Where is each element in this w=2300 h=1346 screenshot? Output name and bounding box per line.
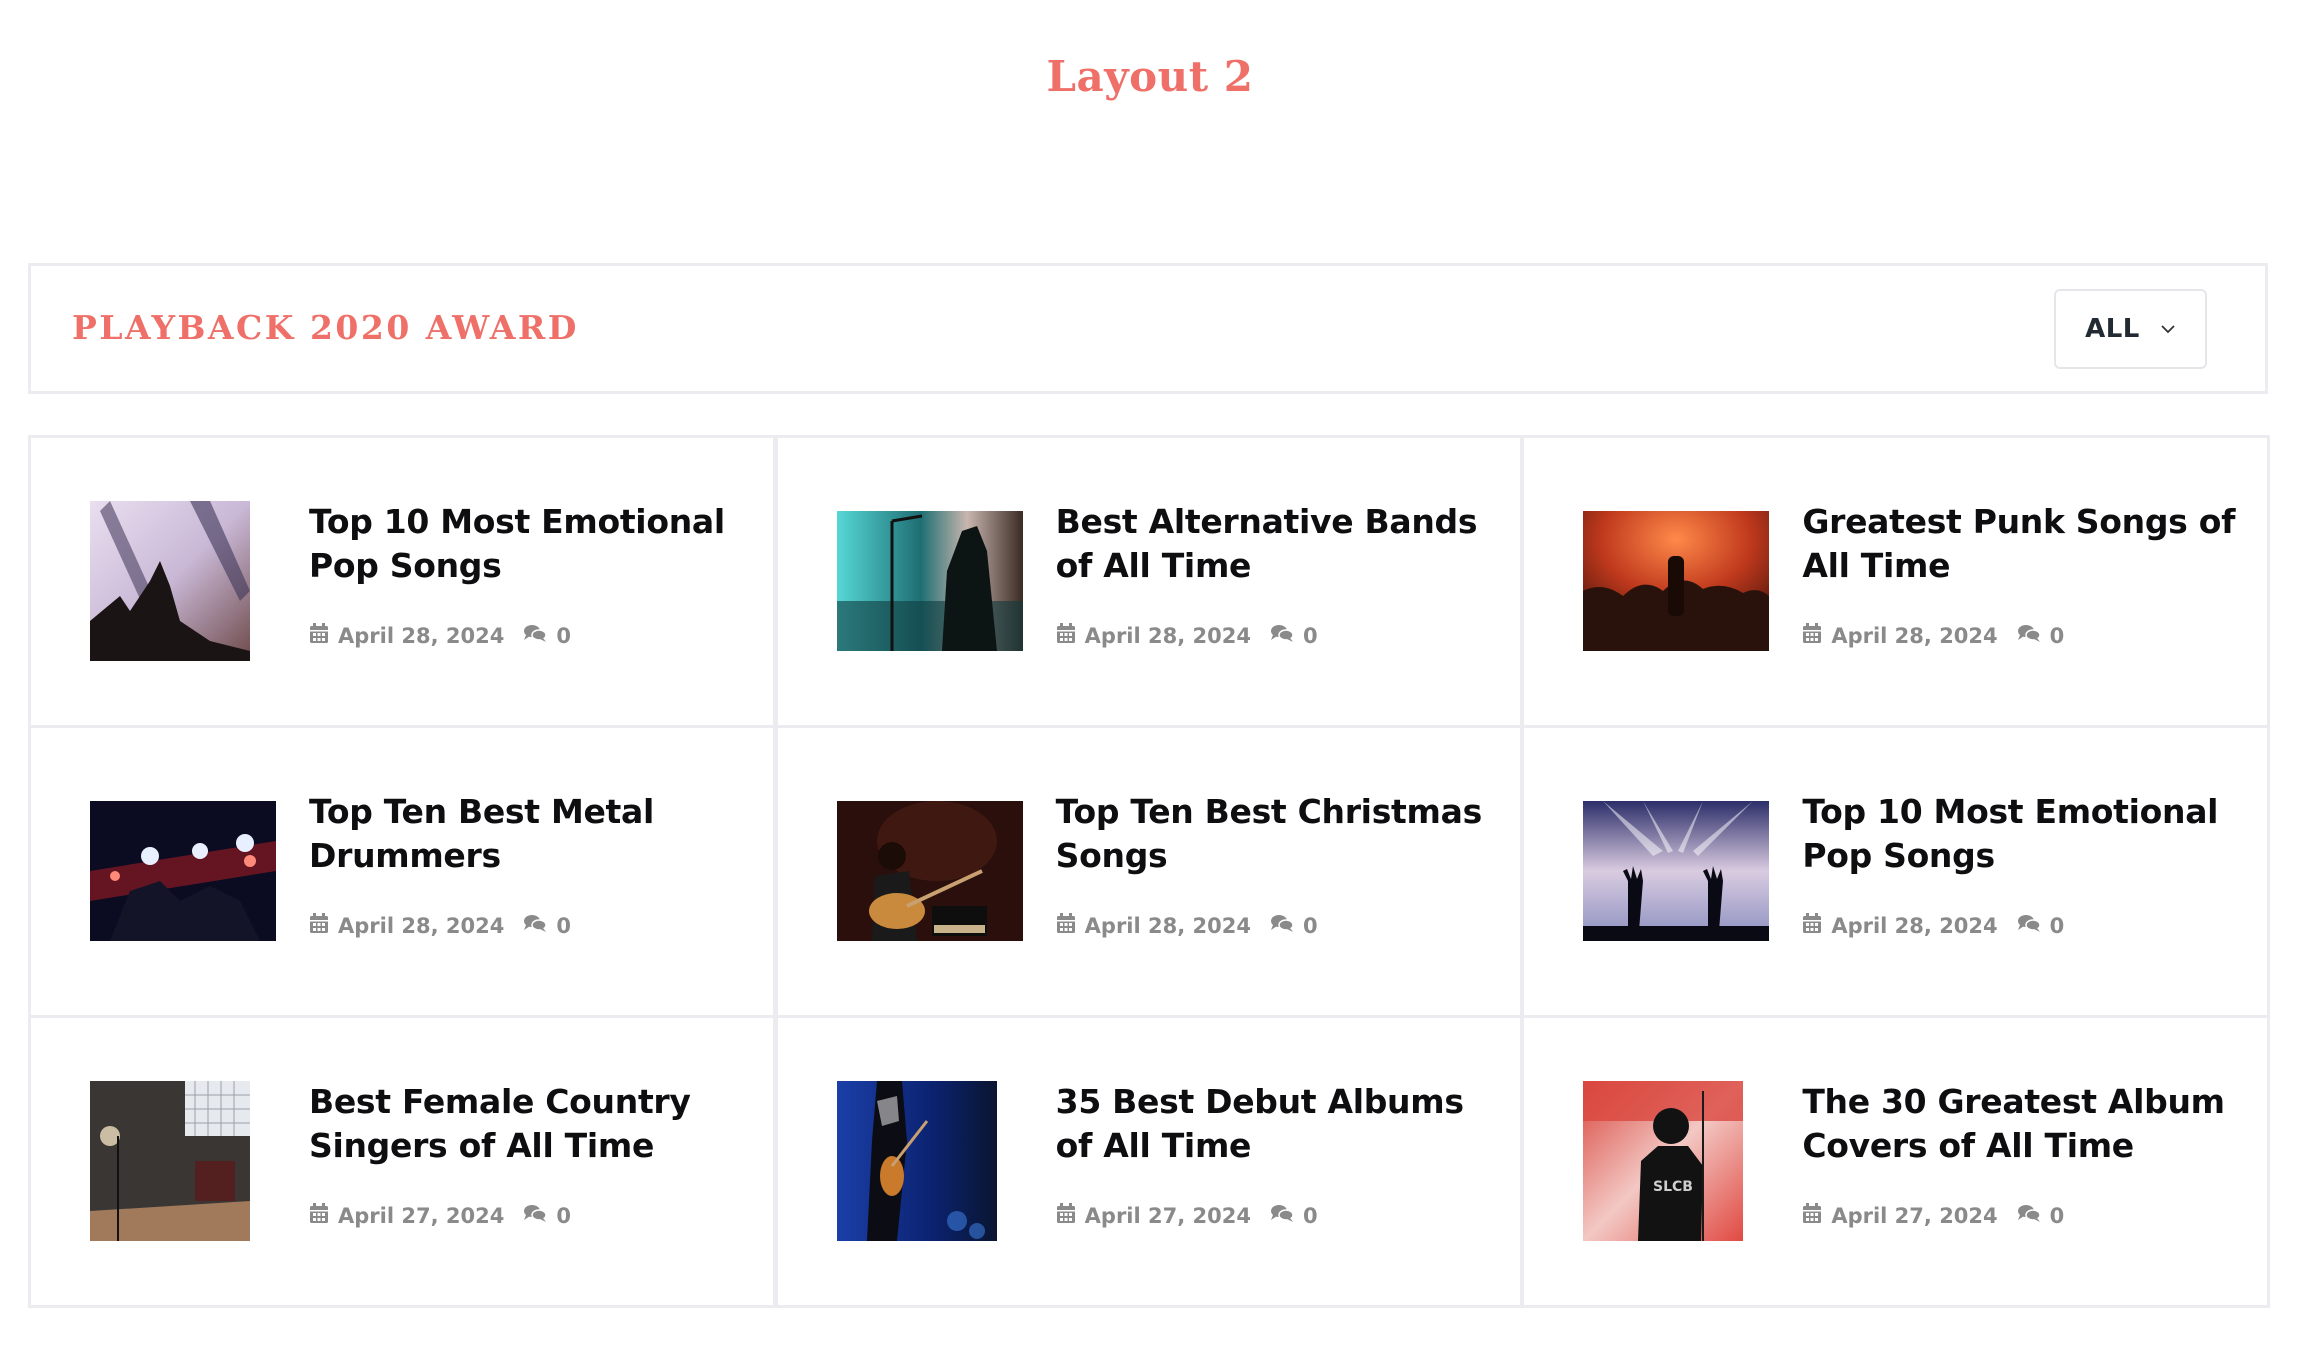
thumb-guitarist-amp xyxy=(836,801,1023,941)
post-thumbnail[interactable] xyxy=(836,1081,997,1241)
filter-selected-value: ALL xyxy=(2085,314,2140,344)
post-meta: April 28, 2024 0 xyxy=(1802,622,2064,649)
post-date: April 27, 2024 xyxy=(338,1203,505,1228)
post-meta: April 27, 2024 0 xyxy=(309,1202,571,1229)
post-meta: April 28, 2024 0 xyxy=(1056,912,1318,939)
comments-icon xyxy=(1270,913,1294,938)
post-card: SLCB The 30 Greatest Album Covers of All… xyxy=(1521,1015,2270,1308)
comment-count[interactable]: 0 xyxy=(1303,624,1318,648)
category-filter-dropdown[interactable]: ALL xyxy=(2054,289,2207,369)
post-card: Best Alternative Bands of All Time April… xyxy=(774,435,1523,728)
post-title-link[interactable]: Top Ten Best Christmas Songs xyxy=(1056,790,1496,878)
post-thumbnail[interactable] xyxy=(90,1081,250,1241)
post-title-link[interactable]: Best Female Country Singers of All Time xyxy=(309,1080,749,1168)
comment-count[interactable]: 0 xyxy=(2050,1204,2065,1228)
thumb-orange-stage-crowd xyxy=(1583,511,1770,651)
comment-count[interactable]: 0 xyxy=(2050,914,2065,938)
calendar-icon xyxy=(1056,912,1076,939)
calendar-icon xyxy=(1802,622,1822,649)
thumb-raised-hands-lights xyxy=(1583,801,1770,941)
thumb-singer-red-wall: SLCB xyxy=(1583,1081,1744,1241)
post-meta: April 28, 2024 0 xyxy=(309,912,571,939)
post-thumbnail[interactable] xyxy=(90,501,250,661)
post-meta: April 28, 2024 0 xyxy=(309,622,571,649)
page-title: Layout 2 xyxy=(1046,52,1254,101)
comments-icon xyxy=(1270,1203,1294,1228)
comment-count[interactable]: 0 xyxy=(1303,914,1318,938)
post-date: April 28, 2024 xyxy=(338,623,505,648)
calendar-icon xyxy=(1802,1202,1822,1229)
comment-count[interactable]: 0 xyxy=(2050,624,2065,648)
post-date: April 27, 2024 xyxy=(1831,1203,1998,1228)
post-meta: April 27, 2024 0 xyxy=(1056,1202,1318,1229)
calendar-icon xyxy=(1056,622,1076,649)
calendar-icon xyxy=(1802,912,1822,939)
post-title-link[interactable]: Top 10 Most Emotional Pop Songs xyxy=(1802,790,2242,878)
post-card: Greatest Punk Songs of All Time April 28… xyxy=(1521,435,2270,728)
post-card: Top Ten Best Metal Drummers April 28, 20… xyxy=(28,725,777,1018)
thumb-singer-mic-teal xyxy=(836,511,1023,651)
post-title-link[interactable]: Top 10 Most Emotional Pop Songs xyxy=(309,500,749,588)
section-title: PLAYBACK 2020 AWARD xyxy=(72,308,579,347)
comments-icon xyxy=(523,623,548,648)
section-header: PLAYBACK 2020 AWARD ALL xyxy=(28,263,2268,394)
post-title-link[interactable]: The 30 Greatest Album Covers of All Time xyxy=(1802,1080,2242,1168)
post-title-link[interactable]: Best Alternative Bands of All Time xyxy=(1056,500,1496,588)
post-title-link[interactable]: 35 Best Debut Albums of All Time xyxy=(1056,1080,1496,1168)
post-thumbnail[interactable]: SLCB xyxy=(1583,1081,1744,1241)
post-title-link[interactable]: Top Ten Best Metal Drummers xyxy=(309,790,749,878)
thumb-studio-room xyxy=(90,1081,250,1241)
comment-count[interactable]: 0 xyxy=(1303,1204,1318,1228)
post-thumbnail[interactable] xyxy=(836,801,1023,941)
comments-icon xyxy=(523,1203,548,1228)
post-date: April 28, 2024 xyxy=(1831,913,1998,938)
post-date: April 27, 2024 xyxy=(1084,1203,1251,1228)
post-date: April 28, 2024 xyxy=(1831,623,1998,648)
post-card: 35 Best Debut Albums of All Time April 2… xyxy=(774,1015,1523,1308)
post-date: April 28, 2024 xyxy=(338,913,505,938)
post-card: Top 10 Most Emotional Pop Songs April 28… xyxy=(1521,725,2270,1018)
post-date: April 28, 2024 xyxy=(1084,623,1251,648)
thumb-dark-stage-lights xyxy=(90,801,276,941)
post-date: April 28, 2024 xyxy=(1084,913,1251,938)
post-thumbnail[interactable] xyxy=(836,511,1023,651)
calendar-icon xyxy=(309,912,329,939)
comments-icon xyxy=(2017,1203,2041,1228)
post-card: Top Ten Best Christmas Songs April 28, 2… xyxy=(774,725,1523,1018)
comments-icon xyxy=(1270,623,1294,648)
svg-text:SLCB: SLCB xyxy=(1653,1179,1693,1195)
post-title-link[interactable]: Greatest Punk Songs of All Time xyxy=(1802,500,2242,588)
post-grid: Top 10 Most Emotional Pop Songs April 28… xyxy=(28,435,2270,1308)
post-meta: April 28, 2024 0 xyxy=(1056,622,1318,649)
comment-count[interactable]: 0 xyxy=(556,1204,571,1228)
comments-icon xyxy=(2017,913,2041,938)
post-card: Best Female Country Singers of All Time … xyxy=(28,1015,777,1308)
post-thumbnail[interactable] xyxy=(1583,511,1770,651)
post-thumbnail[interactable] xyxy=(1583,801,1770,941)
post-meta: April 27, 2024 0 xyxy=(1802,1202,2064,1229)
calendar-icon xyxy=(1056,1202,1076,1229)
calendar-icon xyxy=(309,1202,329,1229)
chevron-down-icon xyxy=(2160,321,2176,337)
comments-icon xyxy=(523,913,548,938)
calendar-icon xyxy=(309,622,329,649)
comment-count[interactable]: 0 xyxy=(556,624,571,648)
thumb-guitarist-blue xyxy=(836,1081,997,1241)
comments-icon xyxy=(2017,623,2041,648)
post-meta: April 28, 2024 0 xyxy=(1802,912,2064,939)
post-card: Top 10 Most Emotional Pop Songs April 28… xyxy=(28,435,777,728)
post-thumbnail[interactable] xyxy=(90,801,276,941)
comment-count[interactable]: 0 xyxy=(556,914,571,938)
thumb-concert-smoke-hands xyxy=(90,501,250,661)
